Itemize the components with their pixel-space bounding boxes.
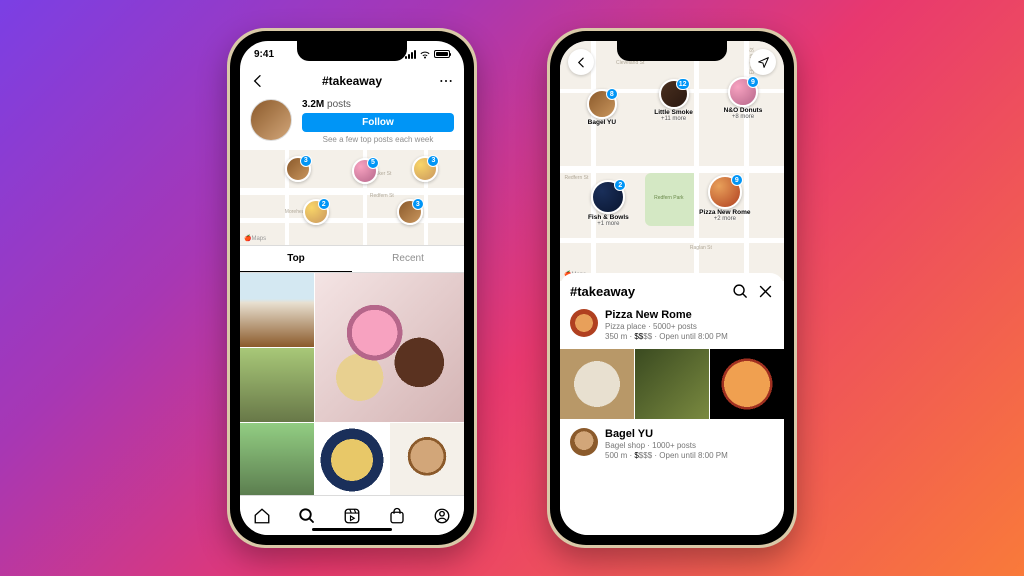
phone-notch bbox=[297, 41, 407, 61]
map-pin-no-donuts[interactable]: 9 N&O Donuts+8 more bbox=[728, 77, 758, 107]
post-thumbnail[interactable] bbox=[240, 273, 314, 347]
back-icon[interactable] bbox=[250, 73, 266, 89]
place-name: Pizza New Rome bbox=[605, 309, 774, 321]
place-meta-2: 500 m · $$$$ · Open until 8:00 PM bbox=[605, 451, 774, 460]
home-icon[interactable] bbox=[253, 507, 271, 525]
search-icon[interactable] bbox=[732, 283, 749, 300]
map-pin-little-smoke[interactable]: 12 Little Smoke+11 more bbox=[659, 79, 689, 109]
map-back-button[interactable] bbox=[568, 49, 594, 75]
map-locate-button[interactable] bbox=[750, 49, 776, 75]
place-gallery bbox=[560, 349, 784, 419]
post-count: 3.2M posts bbox=[302, 99, 454, 110]
wifi-icon bbox=[419, 50, 431, 59]
post-thumbnail[interactable] bbox=[240, 423, 314, 497]
shop-icon[interactable] bbox=[388, 507, 406, 525]
sheet-title: #takeaway bbox=[570, 284, 724, 299]
battery-icon bbox=[434, 50, 450, 58]
post-thumbnail[interactable] bbox=[315, 423, 389, 497]
post-thumbnail[interactable] bbox=[390, 423, 464, 497]
close-icon[interactable] bbox=[757, 283, 774, 300]
place-avatar bbox=[570, 309, 598, 337]
map-pin-fish-bowls[interactable]: 2 Fish & Bowls+1 more bbox=[591, 180, 625, 214]
place-avatar bbox=[570, 428, 598, 456]
follow-hint: See a few top posts each week bbox=[302, 135, 454, 144]
map-attribution: 🍎Maps bbox=[244, 235, 266, 242]
post-grid bbox=[240, 273, 464, 497]
place-row[interactable]: Bagel YU Bagel shop · 1000+ posts 500 m … bbox=[570, 425, 774, 464]
location-arrow-icon bbox=[757, 56, 770, 69]
map-pin-pizza-new-rome[interactable]: 9 Pizza New Rome+2 more bbox=[708, 175, 742, 209]
post-thumbnail[interactable] bbox=[240, 348, 314, 422]
hashtag-map-preview[interactable]: Redfern St Walker St Morehead St 3 5 3 2… bbox=[240, 150, 464, 245]
tab-top[interactable]: Top bbox=[240, 246, 352, 272]
hashtag-avatar[interactable] bbox=[250, 99, 292, 141]
home-indicator bbox=[312, 528, 392, 531]
hashtag-navbar: #takeaway bbox=[240, 67, 464, 95]
follow-button[interactable]: Follow bbox=[302, 113, 454, 132]
place-thumbnail[interactable] bbox=[560, 349, 634, 419]
place-thumbnail[interactable] bbox=[710, 349, 784, 419]
phone-hashtag-view: 9:41 #takeaway 3.2M posts Follow See a f… bbox=[227, 28, 477, 548]
places-map[interactable]: Cleveland St Elizabeth St Redfern St Rag… bbox=[560, 41, 784, 281]
place-meta-1: Pizza place · 5000+ posts bbox=[605, 322, 774, 331]
search-icon[interactable] bbox=[298, 507, 316, 525]
bottom-nav bbox=[240, 495, 464, 535]
map-pin[interactable]: 3 bbox=[412, 156, 438, 182]
map-pin[interactable]: 2 bbox=[303, 199, 329, 225]
page-title: #takeaway bbox=[322, 74, 382, 88]
place-name: Bagel YU bbox=[605, 428, 774, 440]
phone-map-view: Cleveland St Elizabeth St Redfern St Rag… bbox=[547, 28, 797, 548]
place-meta-1: Bagel shop · 1000+ posts bbox=[605, 441, 774, 450]
places-sheet[interactable]: #takeaway Pizza New Rome Pizza place · 5… bbox=[560, 273, 784, 535]
reels-icon[interactable] bbox=[343, 507, 361, 525]
chevron-left-icon bbox=[575, 56, 588, 69]
post-thumbnail[interactable] bbox=[315, 273, 464, 422]
map-pin-bagel-yu[interactable]: 8 Bagel YU bbox=[587, 89, 617, 119]
map-pin[interactable]: 3 bbox=[285, 156, 311, 182]
profile-icon[interactable] bbox=[433, 507, 451, 525]
map-pin[interactable]: 5 bbox=[352, 158, 378, 184]
place-meta-2: 350 m · $$$$ · Open until 8:00 PM bbox=[605, 332, 774, 341]
map-pin[interactable]: 3 bbox=[397, 199, 423, 225]
more-icon[interactable] bbox=[438, 73, 454, 89]
phone-notch bbox=[617, 41, 727, 61]
feed-tabs: Top Recent bbox=[240, 245, 464, 273]
tab-recent[interactable]: Recent bbox=[352, 246, 464, 272]
place-row[interactable]: Pizza New Rome Pizza place · 5000+ posts… bbox=[570, 306, 774, 345]
hashtag-header: 3.2M posts Follow See a few top posts ea… bbox=[240, 95, 464, 150]
place-thumbnail[interactable] bbox=[635, 349, 709, 419]
status-time: 9:41 bbox=[254, 49, 274, 60]
